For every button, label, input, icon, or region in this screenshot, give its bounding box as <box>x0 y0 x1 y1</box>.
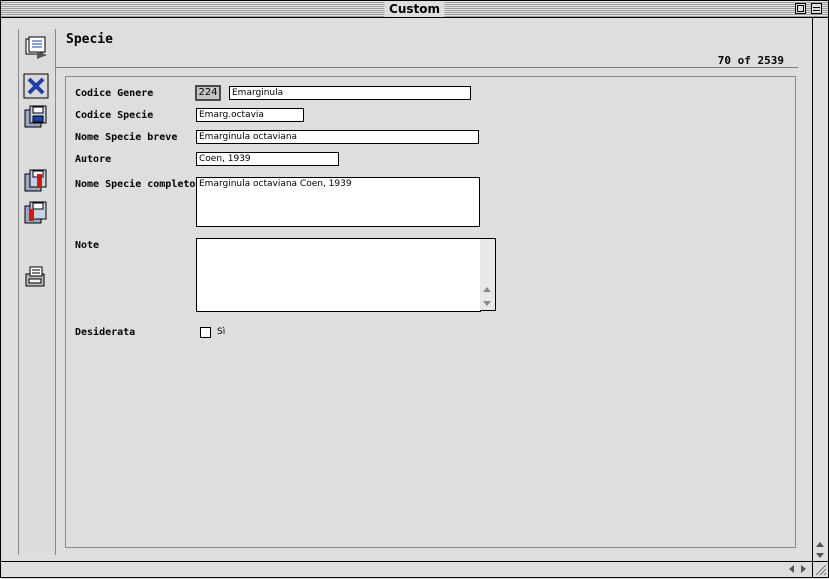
window-scroll-left-icon[interactable] <box>789 565 794 573</box>
record-counter: 70 of 2539 <box>717 54 784 67</box>
save-red-icon[interactable] <box>23 168 49 194</box>
autore-field[interactable]: Coen, 1939 <box>196 152 339 166</box>
nome-specie-completo-label: Nome Specie completo <box>75 179 196 190</box>
codice-specie-field[interactable]: Emarg.octavia <box>196 108 304 122</box>
scroll-up-arrow-icon[interactable] <box>483 287 491 292</box>
delete-record-icon[interactable] <box>23 73 49 99</box>
print-icon[interactable] <box>23 264 49 290</box>
nome-specie-breve-label: Nome Specie breve <box>75 132 178 143</box>
desiderata-option-label: Sì <box>217 327 226 337</box>
nome-specie-breve-field[interactable]: Emarginula octaviana <box>196 130 479 144</box>
note-label: Note <box>75 240 100 251</box>
save-red-icon-2[interactable] <box>23 200 49 226</box>
vertical-scrollbar[interactable] <box>812 18 828 561</box>
resize-grip-icon[interactable] <box>812 561 828 577</box>
horizontal-scrollbar[interactable] <box>1 561 814 577</box>
window-scroll-up-icon[interactable] <box>816 542 824 547</box>
note-scrollbar[interactable] <box>480 238 496 311</box>
codice-genere-label: Codice Genere <box>75 88 154 99</box>
zoom-box-icon[interactable] <box>795 3 806 14</box>
title-bar[interactable]: Custom <box>1 1 828 18</box>
autore-label: Autore <box>75 154 112 165</box>
page-title: Specie <box>66 32 113 47</box>
form-panel <box>65 76 796 548</box>
scroll-down-arrow-icon[interactable] <box>483 301 491 306</box>
list-view-icon[interactable] <box>23 34 49 60</box>
collapse-box-icon[interactable] <box>811 3 822 14</box>
window-title: Custom <box>384 1 445 17</box>
window-scroll-down-icon[interactable] <box>816 553 824 558</box>
save-icon[interactable] <box>23 104 49 130</box>
codice-genere-code[interactable]: 224 <box>195 85 221 101</box>
window-scroll-right-icon[interactable] <box>801 565 806 573</box>
desiderata-checkbox[interactable] <box>200 327 211 338</box>
app-window: Custom Specie 70 of 2539 Codice Genere 2… <box>0 0 829 578</box>
nome-specie-completo-field[interactable]: Emarginula octaviana Coen, 1939 <box>196 177 480 227</box>
note-field[interactable] <box>196 238 481 312</box>
desiderata-label: Desiderata <box>75 327 136 338</box>
codice-specie-label: Codice Specie <box>75 110 154 121</box>
header-divider <box>56 67 798 68</box>
codice-genere-field[interactable]: Emarginula <box>229 86 471 100</box>
